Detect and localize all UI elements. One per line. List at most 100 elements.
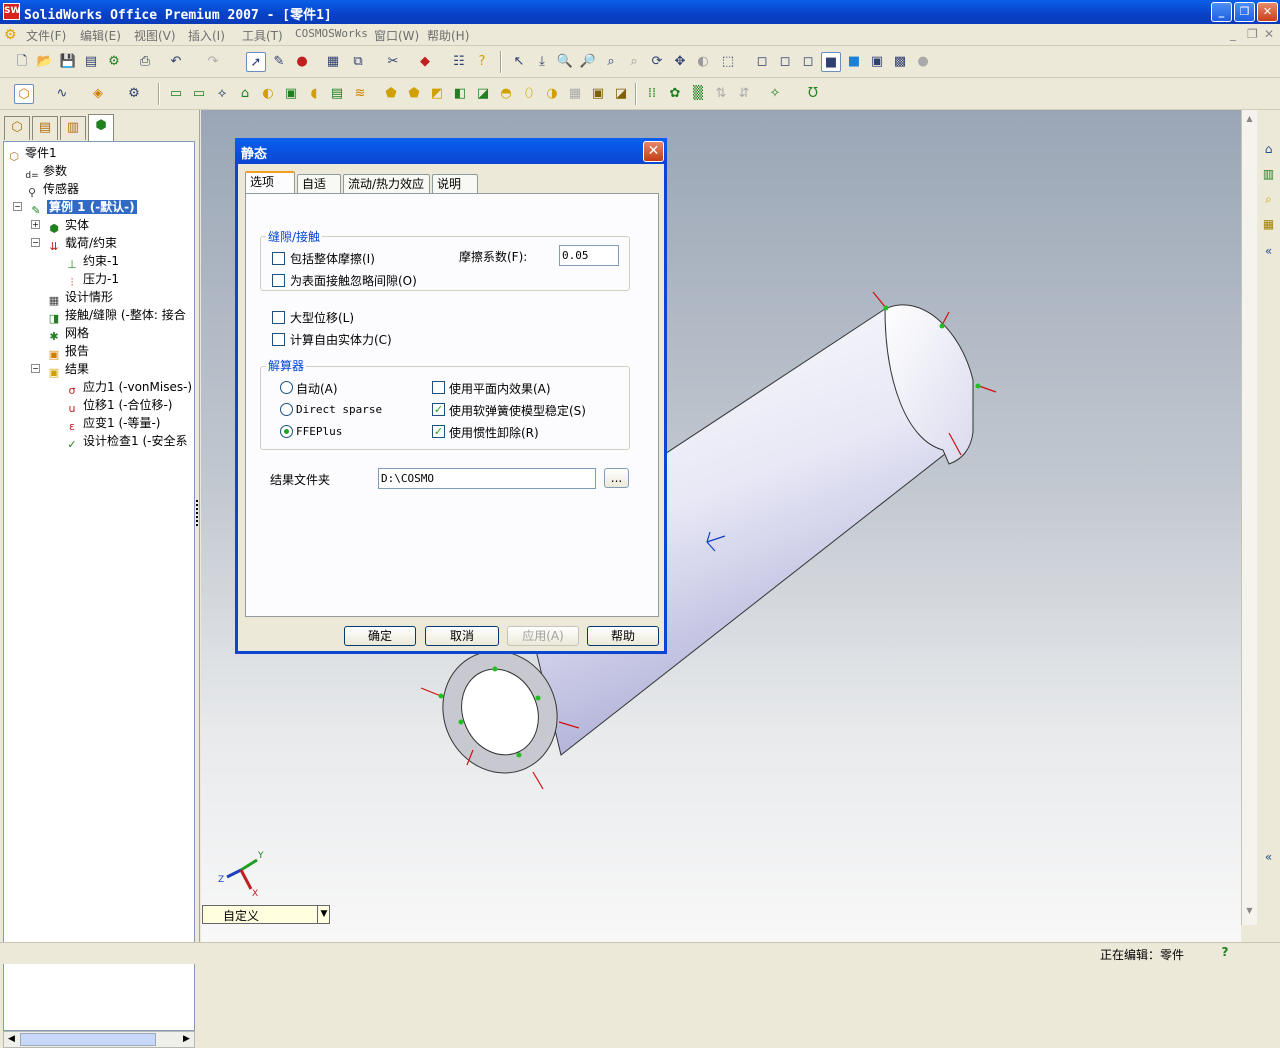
menu-window[interactable]: 窗口(W) <box>374 27 419 44</box>
shaded-icon[interactable]: ■ <box>844 52 864 72</box>
tree-results[interactable]: ▣ 结果 <box>46 360 89 379</box>
tab-remarks[interactable]: 说明 <box>432 174 478 193</box>
design-library-icon[interactable]: ▥ <box>1259 165 1278 184</box>
browse-folder-button[interactable]: ... <box>604 468 629 488</box>
tree-params[interactable]: d= 参数 <box>24 162 67 181</box>
tab-adaptive[interactable]: 自适应 <box>297 174 341 209</box>
scroll-up-icon[interactable]: ▲ <box>1243 114 1256 127</box>
zoom-selection-icon[interactable]: ⌕ <box>601 52 621 72</box>
minimize-button[interactable]: _ <box>1211 2 1232 22</box>
tree-root[interactable]: ⬡ 零件1 <box>6 144 56 163</box>
status-help-icon[interactable]: ? <box>1218 945 1232 961</box>
tab-options[interactable]: 选项 <box>245 171 295 194</box>
open-icon[interactable]: 📂 <box>35 52 55 72</box>
indent-icon[interactable]: ▦ <box>565 84 585 104</box>
new-icon[interactable]: 🗋 <box>12 52 32 72</box>
standard-views-icon[interactable]: ⬚ <box>718 52 738 72</box>
menu-tools[interactable]: 工具(T) <box>242 27 283 44</box>
tree-loads[interactable]: ⇊ 载荷/约束 <box>46 234 117 253</box>
scroll-thumb[interactable] <box>20 1033 156 1046</box>
study-expander[interactable]: − <box>13 202 22 211</box>
select-icon[interactable]: ➚ <box>246 52 266 72</box>
cut-revolve-icon[interactable]: ▣ <box>281 84 301 104</box>
section-view-icon[interactable]: ⧉ <box>348 52 368 72</box>
menu-cosmosworks[interactable]: COSMOSWorks <box>295 27 368 40</box>
linear-pattern-icon[interactable]: ⁞⁞ <box>642 84 662 104</box>
menu-edit[interactable]: 编辑(E) <box>80 27 121 44</box>
wireframe-icon[interactable]: ◻ <box>752 52 772 72</box>
undo-icon[interactable]: ↶ <box>166 52 186 72</box>
menu-help[interactable]: 帮助(H) <box>427 27 469 44</box>
scale-icon[interactable]: ▣ <box>588 84 608 104</box>
tree-design-check[interactable]: ✓ 设计检查1 (-安全系 <box>64 432 187 451</box>
pan-icon[interactable]: ✥ <box>670 52 690 72</box>
fillet-icon[interactable]: ≋ <box>350 84 370 104</box>
tree-mesh[interactable]: ✱ 网格 <box>46 324 89 343</box>
scroll-down-icon[interactable]: ▼ <box>1243 906 1256 919</box>
cut-sweep-icon[interactable]: ◖ <box>304 84 324 104</box>
zoom-fit-icon[interactable]: ⤓ <box>532 52 552 72</box>
cosmos-manager-tab[interactable]: ⬢ <box>88 114 114 141</box>
revolve-icon[interactable]: ▭ <box>189 84 209 104</box>
sketch-icon[interactable]: ∿ <box>52 84 72 104</box>
feature-manager-tab[interactable]: ⬡ <box>4 116 30 140</box>
tree-report[interactable]: ▣ 报告 <box>46 342 89 361</box>
tree-solids[interactable]: ⬢ 实体 <box>46 216 89 235</box>
tree-study[interactable]: ✎ 算例 1 (-默认-) <box>28 198 137 217</box>
shape-icon[interactable]: ⬯ <box>519 84 539 104</box>
viewport-vertical-scrollbar[interactable]: ▲ ▼ <box>1241 110 1257 925</box>
deform-icon[interactable]: ◑ <box>542 84 562 104</box>
scroll-right-icon[interactable]: ▶ <box>179 1032 194 1047</box>
print-icon[interactable]: ⎙ <box>135 52 155 72</box>
property-manager-tab[interactable]: ▤ <box>32 116 58 140</box>
mdi-close-icon[interactable]: ✕ <box>1264 27 1274 41</box>
close-button[interactable]: ✕ <box>1257 2 1278 22</box>
home-icon[interactable]: ⌂ <box>1259 140 1278 159</box>
curve-pattern-icon[interactable]: ▒ <box>688 84 708 104</box>
options-icon[interactable]: ⚙ <box>104 52 124 72</box>
tree-sensors[interactable]: ⚲ 传感器 <box>24 180 79 199</box>
chamfer-icon[interactable]: ⬟ <box>381 84 401 104</box>
tree-displacement[interactable]: u 位移1 (-合位移-) <box>64 396 173 415</box>
hole-icon[interactable]: ◪ <box>473 84 493 104</box>
cosmos-study-icon[interactable]: ⬡ <box>14 84 34 104</box>
sweep-icon[interactable]: ⟡ <box>212 84 232 104</box>
table-pattern-icon[interactable]: ⇅ <box>711 84 731 104</box>
zoom-area-icon[interactable]: 🔍 <box>555 52 575 72</box>
free-body-force-checkbox[interactable] <box>272 333 285 346</box>
maximize-button[interactable]: ❐ <box>1234 2 1255 22</box>
panel-splitter[interactable] <box>196 500 200 526</box>
hidden-lines-visible-icon[interactable]: ◻ <box>775 52 795 72</box>
cut-loft-icon[interactable]: ▤ <box>327 84 347 104</box>
cancel-button[interactable]: 取消 <box>425 626 499 646</box>
appearance-icon[interactable]: ◆ <box>415 52 435 72</box>
mirror-icon[interactable]: ◪ <box>611 84 631 104</box>
include-friction-checkbox[interactable] <box>272 252 285 265</box>
previous-view-icon[interactable]: ↖ <box>509 52 529 72</box>
shaded-edges-icon[interactable]: ■ <box>821 52 841 72</box>
zoom-icon[interactable]: ⌕ <box>624 52 644 72</box>
inertial-relief-checkbox[interactable]: ✓ <box>432 425 445 438</box>
cut-extrude-icon[interactable]: ◐ <box>258 84 278 104</box>
inplane-effect-checkbox[interactable] <box>432 381 445 394</box>
friction-coefficient-input[interactable]: 0.05 <box>559 245 619 266</box>
dropdown-arrow-icon[interactable]: ▼ <box>317 905 330 924</box>
solids-expander[interactable]: + <box>31 220 40 229</box>
large-displacement-checkbox[interactable] <box>272 311 285 324</box>
tree-strain[interactable]: ε 应变1 (-等量-) <box>64 414 160 433</box>
scroll-left-icon[interactable]: ◀ <box>4 1032 19 1047</box>
ok-button[interactable]: 确定 <box>344 626 416 646</box>
zoom-in-out-icon[interactable]: 🔎 <box>578 52 598 72</box>
grid-icon[interactable]: ▦ <box>323 52 343 72</box>
rib-icon[interactable]: ⬟ <box>404 84 424 104</box>
menu-file[interactable]: 文件(F) <box>26 27 66 44</box>
file-explorer-icon[interactable]: ⌕ <box>1259 190 1278 209</box>
solidworks-menu-icon[interactable]: ⚙ <box>4 27 20 43</box>
tree-scenario[interactable]: ▦ 设计情形 <box>46 288 113 307</box>
dialog-close-button[interactable]: ✕ <box>643 141 664 162</box>
rebuild-icon[interactable]: ● <box>292 52 312 72</box>
tree-fixture[interactable]: ⊥ 约束-1 <box>64 252 119 271</box>
menu-insert[interactable]: 插入(I) <box>188 27 225 44</box>
tree-contact[interactable]: ◨ 接触/缝隙 (-整体: 接合 <box>46 306 186 325</box>
shadows-icon[interactable]: ▣ <box>867 52 887 72</box>
